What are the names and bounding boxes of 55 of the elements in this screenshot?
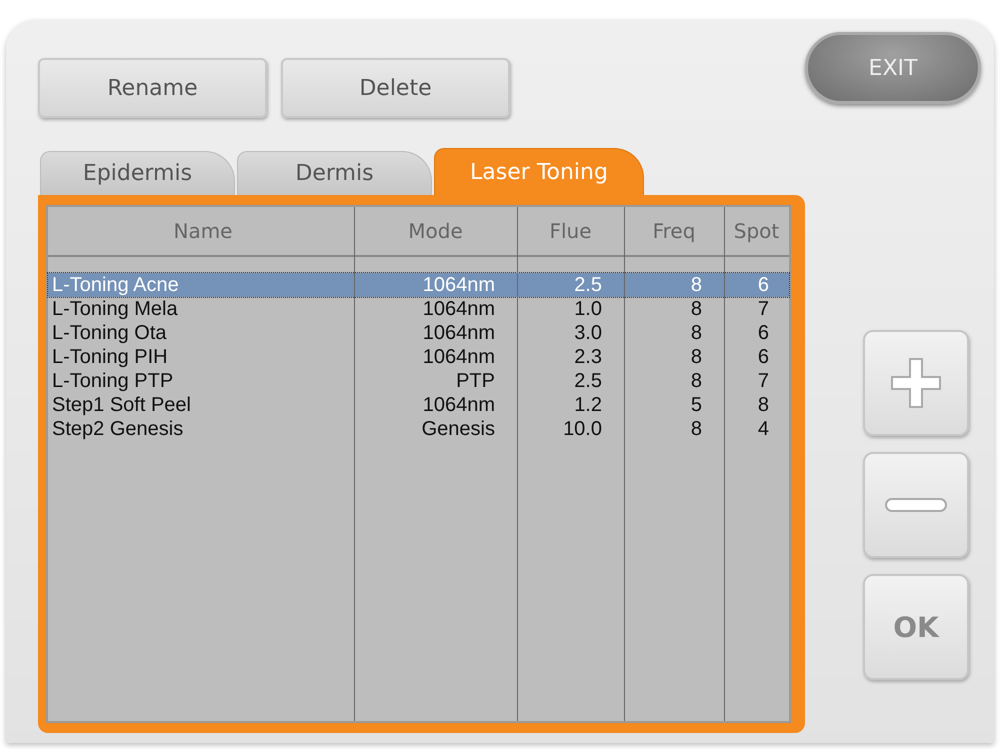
- table-cell-text: 2.3: [573, 346, 603, 368]
- table-cell-text: 1064nm: [422, 274, 496, 296]
- table-cell-text: 7: [756, 298, 770, 320]
- table-cell-text: 6: [756, 274, 770, 296]
- table-cell-text: L-Toning Acne: [51, 274, 180, 296]
- table-cell-text: 8: [690, 418, 703, 440]
- table-cell-text: 1.0: [573, 298, 603, 320]
- table-cell-text: L-Toning PIH: [51, 346, 169, 368]
- table-row[interactable]: L-Toning Mela 1064nm 1.0 8 7: [48, 297, 789, 321]
- table-cell-text: 6: [756, 322, 770, 344]
- add-button[interactable]: [863, 330, 969, 436]
- table-cell-text: 1064nm: [422, 394, 496, 416]
- table-cell-text: 10.0: [562, 418, 603, 440]
- table-cell-text: 6: [756, 346, 770, 368]
- table-cell-text: 1064nm: [422, 322, 496, 344]
- table-cell-text: 5: [690, 394, 703, 416]
- table-cell-text: 3.0: [573, 322, 603, 344]
- table-row[interactable]: Step1 Soft Peel 1064nm 1.2 5 8: [48, 393, 789, 417]
- column-header: Name: [172, 219, 234, 243]
- table-cell-text: 8: [690, 370, 703, 392]
- table-row[interactable]: L-Toning Ota 1064nm 3.0 8 6: [48, 321, 789, 345]
- table-cell-text: 7: [756, 370, 770, 392]
- table-cell-text: L-Toning PTP: [51, 370, 174, 392]
- table-cell-text: 1064nm: [422, 298, 496, 320]
- table-cell-text: 2.5: [573, 274, 603, 296]
- table-row[interactable]: L-Toning PTP PTP 2.5 8 7: [48, 369, 789, 393]
- table-cell-text: 4: [756, 418, 770, 440]
- table-cell-text: Genesis: [420, 418, 496, 440]
- table-row[interactable]: L-Toning PIH 1064nm 2.3 8 6: [48, 345, 789, 369]
- table-cell-text: 1064nm: [422, 346, 496, 368]
- minus-icon: [884, 497, 948, 513]
- table-cell-text: Step1 Soft Peel: [51, 394, 192, 416]
- table-cell-text: 8: [690, 298, 703, 320]
- column-header: Freq: [652, 219, 696, 243]
- table-cell-text: L-Toning Ota: [51, 322, 168, 344]
- remove-button[interactable]: [863, 452, 969, 558]
- table-cell-text: 8: [690, 346, 703, 368]
- tab[interactable]: Epidermis: [40, 151, 235, 195]
- table-cell-text: 8: [690, 274, 703, 296]
- toolbar-button[interactable]: Rename: [38, 58, 267, 118]
- table-row[interactable]: L-Toning Acne 1064nm 2.5 8 6: [48, 273, 789, 297]
- table-cell-text: L-Toning Mela: [51, 298, 179, 320]
- table-cell-text: 1.2: [573, 394, 603, 416]
- tab[interactable]: Dermis: [237, 151, 432, 195]
- table-cell-text: Step2 Genesis: [51, 418, 184, 440]
- table-cell-text: 8: [690, 322, 703, 344]
- table-cell-text: 8: [756, 394, 770, 416]
- table-cell-text: 2.5: [573, 370, 603, 392]
- column-header: Spot: [732, 219, 780, 243]
- table-row[interactable]: Step2 Genesis Genesis 10.0 8 4: [48, 417, 789, 441]
- column-header: Flue: [548, 219, 593, 243]
- toolbar-button[interactable]: Delete: [281, 58, 510, 118]
- column-header: Mode: [407, 219, 464, 243]
- table-cell-text: PTP: [455, 370, 496, 392]
- plus-icon: [888, 355, 944, 411]
